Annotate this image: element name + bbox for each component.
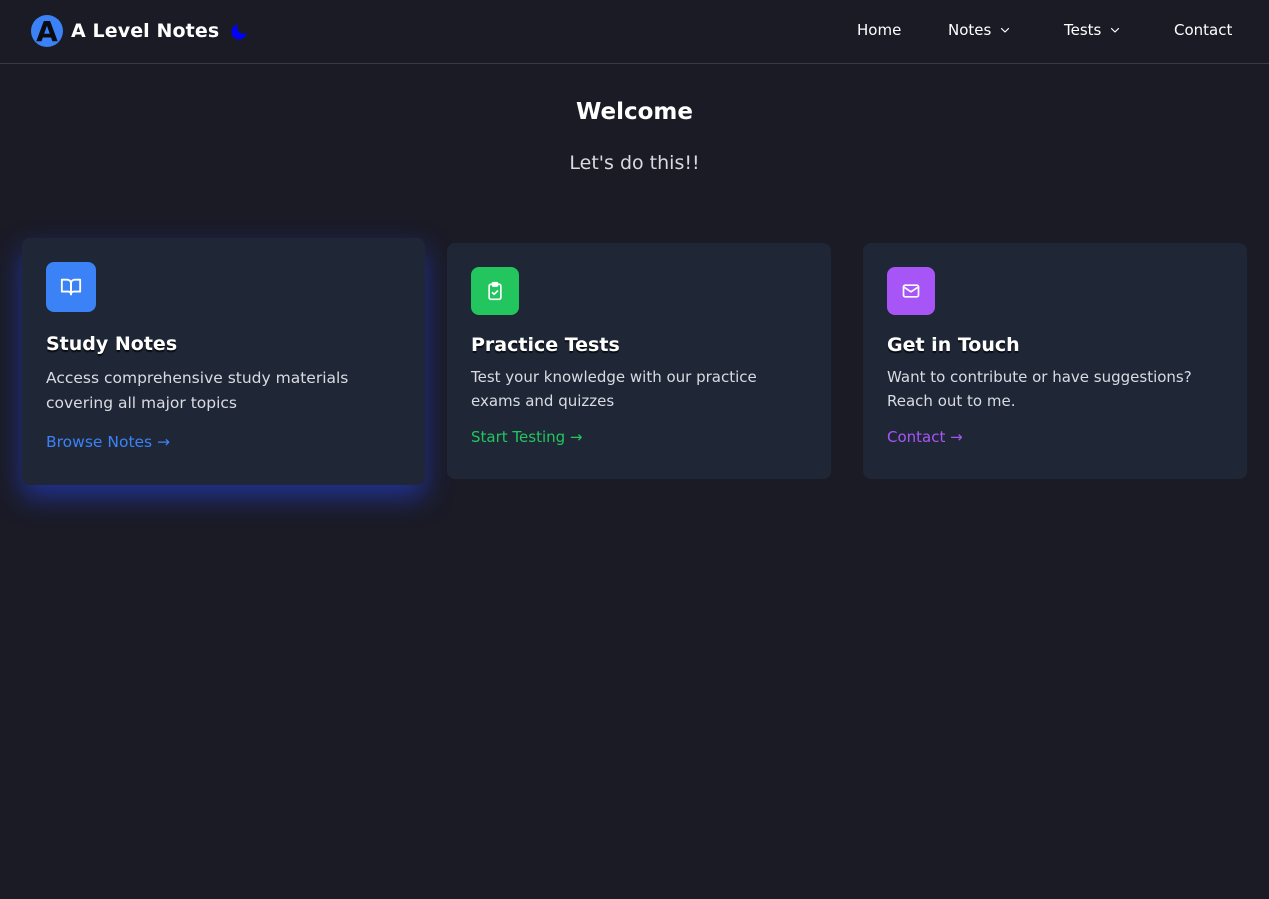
get-in-touch-card: Get in Touch Want to contribute or have … — [863, 243, 1247, 479]
chevron-down-icon — [1109, 24, 1121, 36]
card-title: Study Notes — [46, 333, 178, 355]
brand-link[interactable]: A A Level Notes — [31, 14, 219, 48]
contact-link[interactable]: Contact → — [887, 428, 963, 446]
nav-tests-label: Tests — [1064, 21, 1102, 39]
nav-home-label: Home — [857, 21, 902, 39]
start-testing-link[interactable]: Start Testing → — [471, 428, 582, 446]
logo-icon: A — [31, 15, 63, 47]
nav-notes-label: Notes — [948, 21, 992, 39]
navbar: A A Level Notes Home Notes Tests Contact — [0, 0, 1269, 64]
clipboard-check-icon — [471, 267, 519, 315]
moon-icon — [231, 24, 247, 40]
chevron-down-icon — [999, 24, 1011, 36]
nav-home-link[interactable]: Home — [857, 21, 901, 39]
page-title: Welcome — [575, 99, 694, 125]
mail-icon — [887, 267, 935, 315]
card-description: Test your knowledge with our practice ex… — [471, 368, 757, 410]
browse-notes-link[interactable]: Browse Notes → — [46, 433, 170, 451]
practice-tests-card: Practice Tests Test your knowledge with … — [447, 243, 831, 479]
nav-contact-label: Contact — [1174, 21, 1233, 39]
nav-notes-dropdown[interactable]: Notes — [948, 21, 1011, 39]
theme-toggle-button[interactable] — [226, 19, 252, 45]
nav-contact-link[interactable]: Contact — [1174, 21, 1232, 39]
book-icon — [46, 262, 96, 312]
card-title: Get in Touch — [887, 334, 1020, 356]
brand-title: A Level Notes — [71, 20, 220, 42]
card-description: Access comprehensive study materials cov… — [46, 369, 349, 412]
nav-tests-dropdown[interactable]: Tests — [1064, 21, 1121, 39]
study-notes-card: Study Notes Access comprehensive study m… — [22, 238, 425, 485]
card-description: Want to contribute or have suggestions? … — [887, 368, 1192, 410]
page-tagline: Let's do this!! — [569, 152, 700, 174]
card-title: Practice Tests — [471, 334, 620, 356]
